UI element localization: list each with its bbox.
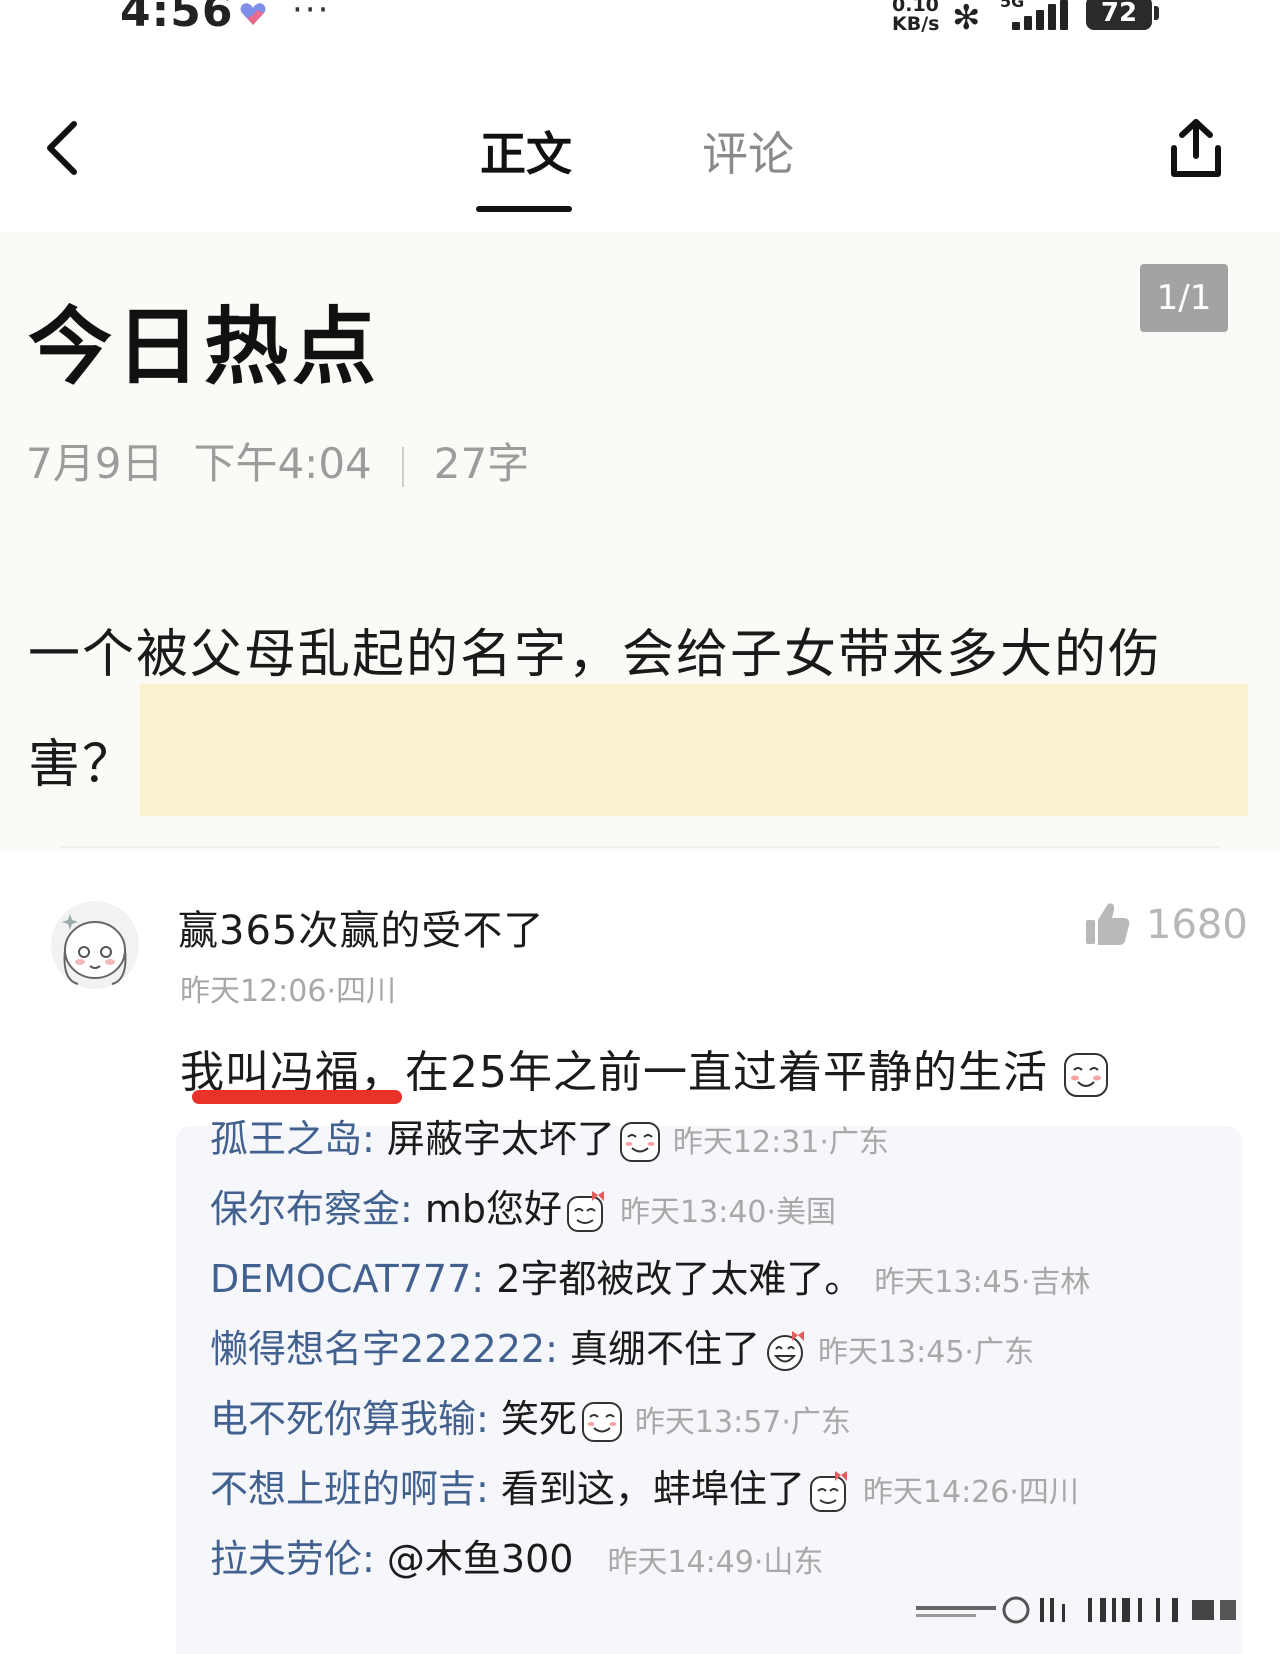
red-underline-mark	[192, 1090, 402, 1104]
share-button[interactable]	[1168, 118, 1224, 180]
net-speed: 0.10 KB/s	[892, 0, 940, 35]
share-icon	[1171, 119, 1221, 177]
article-headline: 一个被父母乱起的名字，会给子女带来多大的伤害？	[28, 625, 1163, 795]
signal-icon	[1010, 0, 1070, 30]
smile-emoji-icon	[581, 1401, 622, 1442]
reply-meta: 昨天12:31·广东	[672, 1125, 889, 1160]
reply-text: 真绷不住了	[569, 1327, 760, 1371]
reply-author[interactable]: DEMOCAT777	[210, 1257, 471, 1301]
reply-meta: 昨天14:26·四川	[862, 1475, 1079, 1510]
reply-author[interactable]: 拉夫劳伦	[210, 1537, 362, 1581]
reply-meta: 昨天13:40·美国	[620, 1195, 837, 1230]
comment-author[interactable]: 赢365次赢的受不了	[178, 898, 544, 956]
word-count: 27字	[433, 439, 530, 488]
reply-item[interactable]: 保尔布察金: mb您好 昨天13:40·美国	[210, 1178, 836, 1233]
heart-icon	[240, 3, 266, 25]
reply-item[interactable]: 孤王之岛: 屏蔽字太坏了 昨天12:31·广东	[210, 1108, 889, 1163]
reply-item[interactable]: 懒得想名字222222: 真绷不住了 昨天13:45·广东	[210, 1318, 1034, 1373]
article-meta: 7月9日 下午4:04 27字	[26, 430, 529, 491]
battery-icon: 72	[1086, 0, 1159, 30]
like-count: 1680	[1146, 902, 1248, 948]
smile-emoji-icon	[1064, 1053, 1108, 1097]
watermark-logo	[916, 1596, 1236, 1624]
reply-item[interactable]: 不想上班的啊吉: 看到这，蚌埠住了 昨天14:26·四川	[210, 1458, 1079, 1513]
avatar[interactable]	[50, 900, 140, 990]
reply-author[interactable]: 懒得想名字222222	[210, 1327, 545, 1371]
reply-item[interactable]: DEMOCAT777: 2字都被改了太难了。 昨天13:45·吉林	[210, 1248, 1090, 1303]
comment-meta: 昨天12:06·四川	[180, 974, 396, 1009]
bow-emoji-icon	[809, 1470, 847, 1512]
reply-item[interactable]: 电不死你算我输: 笑死 昨天13:57·广东	[210, 1388, 851, 1443]
reply-author[interactable]: 电不死你算我输	[210, 1397, 476, 1441]
article-time: 下午4:04	[193, 439, 372, 488]
reply-text: 屏蔽字太坏了	[386, 1117, 615, 1161]
reply-text: mb您好	[424, 1187, 563, 1231]
page-title: 今日热点	[28, 298, 381, 396]
tab-comments[interactable]: 评论	[702, 118, 794, 184]
reply-meta: 昨天13:45·吉林	[874, 1265, 1091, 1300]
page-counter: 1/1	[1140, 264, 1228, 332]
back-button[interactable]	[40, 118, 90, 178]
laugh-emoji-icon	[766, 1330, 804, 1371]
status-bar: 4:56 ··· 0.10 KB/s ✻ 5G 72	[0, 0, 1280, 60]
section-divider	[60, 846, 1220, 848]
reply-meta: 昨天13:45·广东	[817, 1335, 1034, 1370]
tab-article[interactable]: 正文	[480, 118, 572, 184]
thumbs-up-icon[interactable]	[1084, 902, 1130, 946]
active-tab-indicator	[476, 206, 572, 212]
chevron-left-icon	[47, 121, 77, 175]
avatar-image	[51, 901, 139, 989]
reply-author[interactable]: 孤王之岛	[210, 1117, 362, 1161]
reply-author[interactable]: 保尔布察金	[210, 1187, 400, 1231]
meta-divider	[401, 446, 404, 487]
reply-meta: 昨天13:57·广东	[634, 1405, 851, 1440]
bluetooth-icon: ✻	[952, 0, 981, 38]
reply-item[interactable]: 拉夫劳伦: @木鱼300 昨天14:49·山东	[210, 1528, 823, 1583]
article-date: 7月9日	[26, 439, 164, 488]
reply-meta: 昨天14:49·山东	[607, 1545, 824, 1580]
reply-text: 2字都被改了太难了。	[496, 1257, 863, 1301]
reply-text: 看到这，蚌埠住了	[500, 1467, 805, 1511]
more-dots-icon: ···	[292, 0, 331, 30]
bow-emoji-icon	[567, 1190, 605, 1232]
reply-text: @木鱼300	[386, 1537, 574, 1581]
reply-text: 笑死	[500, 1397, 577, 1441]
smile-emoji-icon	[619, 1121, 660, 1162]
reply-author[interactable]: 不想上班的啊吉	[210, 1467, 476, 1511]
status-time: 4:56	[120, 0, 234, 37]
